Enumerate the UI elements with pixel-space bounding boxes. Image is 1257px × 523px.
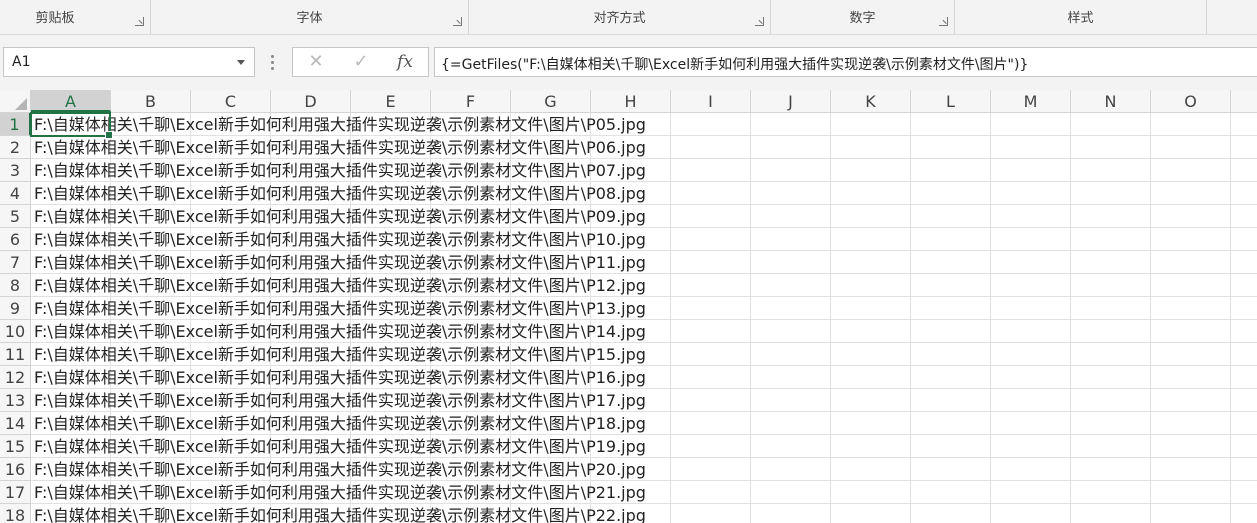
row-header[interactable]: 15 (0, 435, 31, 458)
cell-area[interactable]: F:\自媒体相关\千聊\Excel新手如何利用强大插件实现逆袭\示例素材文件\图… (31, 113, 1257, 523)
column-gridline (750, 113, 751, 523)
column-header-bar: ABCDEFGHIJKLMNO (0, 90, 1257, 113)
table-row[interactable]: F:\自媒体相关\千聊\Excel新手如何利用强大插件实现逆袭\示例素材文件\图… (34, 251, 646, 273)
table-row[interactable]: F:\自媒体相关\千聊\Excel新手如何利用强大插件实现逆袭\示例素材文件\图… (34, 435, 646, 457)
dialog-launcher-icon[interactable] (135, 17, 144, 26)
column-header-e[interactable]: E (351, 90, 431, 112)
table-row[interactable]: F:\自媒体相关\千聊\Excel新手如何利用强大插件实现逆袭\示例素材文件\图… (34, 274, 646, 296)
splitter-handle-icon[interactable] (270, 53, 274, 71)
ribbon-group-label: 数字 (849, 11, 876, 26)
chevron-down-icon[interactable] (237, 60, 245, 65)
insert-function-icon[interactable]: fx (390, 51, 420, 73)
column-header-a[interactable]: A (31, 90, 111, 112)
row-header[interactable]: 1 (0, 113, 31, 136)
table-row[interactable]: F:\自媒体相关\千聊\Excel新手如何利用强大插件实现逆袭\示例素材文件\图… (34, 343, 646, 365)
row-header[interactable]: 11 (0, 343, 31, 366)
column-gridline (910, 113, 911, 523)
ribbon-group-font: 字体 (151, 0, 469, 34)
column-header-d[interactable]: D (271, 90, 351, 112)
formula-bar: A1 ✕ ✓ fx {=GetFiles("F:\自媒体相关\千聊\Excel新… (0, 35, 1257, 90)
cancel-icon[interactable]: ✕ (301, 51, 331, 73)
dialog-launcher-icon[interactable] (453, 17, 462, 26)
ribbon-group-bar: 剪贴板 字体 对齐方式 数字 样式 (0, 0, 1257, 35)
dialog-launcher-icon[interactable] (755, 17, 764, 26)
table-row[interactable]: F:\自媒体相关\千聊\Excel新手如何利用强大插件实现逆袭\示例素材文件\图… (34, 504, 646, 523)
column-header-f[interactable]: F (431, 90, 511, 112)
table-row[interactable]: F:\自媒体相关\千聊\Excel新手如何利用强大插件实现逆袭\示例素材文件\图… (34, 412, 646, 434)
select-all-button[interactable] (0, 90, 31, 113)
row-header[interactable]: 10 (0, 320, 31, 343)
row-header[interactable]: 13 (0, 389, 31, 412)
table-row[interactable]: F:\自媒体相关\千聊\Excel新手如何利用强大插件实现逆袭\示例素材文件\图… (34, 228, 646, 250)
column-header-l[interactable]: L (911, 90, 991, 112)
formula-text: {=GetFiles("F:\自媒体相关\千聊\Excel新手如何利用强大插件实… (441, 57, 1029, 73)
table-row[interactable]: F:\自媒体相关\千聊\Excel新手如何利用强大插件实现逆袭\示例素材文件\图… (34, 297, 646, 319)
table-row[interactable]: F:\自媒体相关\千聊\Excel新手如何利用强大插件实现逆袭\示例素材文件\图… (34, 389, 646, 411)
worksheet-grid: ABCDEFGHIJKLMNO 1 2 3 4 5 6 7 8 9 10 11 12 13 14 15 16 1… (0, 90, 1257, 523)
row-header[interactable]: 17 (0, 481, 31, 504)
row-header[interactable]: 18 (0, 504, 31, 523)
column-header-b[interactable]: B (111, 90, 191, 112)
column-gridline (990, 113, 991, 523)
column-header-j[interactable]: J (751, 90, 831, 112)
row-header[interactable]: 8 (0, 274, 31, 297)
table-row[interactable]: F:\自媒体相关\千聊\Excel新手如何利用强大插件实现逆袭\示例素材文件\图… (34, 182, 646, 204)
table-row[interactable]: F:\自媒体相关\千聊\Excel新手如何利用强大插件实现逆袭\示例素材文件\图… (34, 320, 646, 342)
ribbon-group-label: 样式 (1067, 11, 1094, 26)
column-header-n[interactable]: N (1071, 90, 1151, 112)
ribbon-group-label: 字体 (296, 11, 323, 26)
dialog-launcher-icon[interactable] (939, 17, 948, 26)
table-row[interactable]: F:\自媒体相关\千聊\Excel新手如何利用强大插件实现逆袭\示例素材文件\图… (34, 205, 646, 227)
table-row[interactable]: F:\自媒体相关\千聊\Excel新手如何利用强大插件实现逆袭\示例素材文件\图… (34, 481, 646, 503)
row-header[interactable]: 5 (0, 205, 31, 228)
column-gridline (1230, 113, 1231, 523)
column-header-o[interactable]: O (1151, 90, 1231, 112)
row-header[interactable]: 4 (0, 182, 31, 205)
ribbon-group-alignment: 对齐方式 (469, 0, 771, 34)
ribbon-group-label: 对齐方式 (593, 11, 646, 26)
row-header[interactable]: 12 (0, 366, 31, 389)
column-gridline (830, 113, 831, 523)
column-header-k[interactable]: K (831, 90, 911, 112)
table-row[interactable]: F:\自媒体相关\千聊\Excel新手如何利用强大插件实现逆袭\示例素材文件\图… (34, 136, 646, 158)
table-row[interactable]: F:\自媒体相关\千聊\Excel新手如何利用强大插件实现逆袭\示例素材文件\图… (34, 159, 646, 181)
column-header-m[interactable]: M (991, 90, 1071, 112)
ribbon-group-clipboard: 剪贴板 (0, 0, 151, 34)
column-gridline (1150, 113, 1151, 523)
formula-input[interactable]: {=GetFiles("F:\自媒体相关\千聊\Excel新手如何利用强大插件实… (434, 47, 1257, 77)
ribbon-group-number: 数字 (771, 0, 955, 34)
row-header[interactable]: 16 (0, 458, 31, 481)
ribbon-group-styles: 样式 (955, 0, 1207, 34)
row-header[interactable]: 9 (0, 297, 31, 320)
row-header[interactable]: 14 (0, 412, 31, 435)
table-row[interactable]: F:\自媒体相关\千聊\Excel新手如何利用强大插件实现逆袭\示例素材文件\图… (34, 113, 646, 135)
ribbon-group-label: 剪贴板 (35, 11, 75, 26)
name-box-value: A1 (12, 54, 31, 70)
column-gridline (670, 113, 671, 523)
table-row[interactable]: F:\自媒体相关\千聊\Excel新手如何利用强大插件实现逆袭\示例素材文件\图… (34, 366, 646, 388)
enter-icon[interactable]: ✓ (346, 51, 376, 73)
column-gridline (1070, 113, 1071, 523)
row-header[interactable]: 3 (0, 159, 31, 182)
row-header[interactable]: 7 (0, 251, 31, 274)
column-header-g[interactable]: G (511, 90, 591, 112)
table-row[interactable]: F:\自媒体相关\千聊\Excel新手如何利用强大插件实现逆袭\示例素材文件\图… (34, 458, 646, 480)
column-header-c[interactable]: C (191, 90, 271, 112)
formula-buttons: ✕ ✓ fx (292, 47, 429, 77)
column-header-h[interactable]: H (591, 90, 671, 112)
row-header[interactable]: 6 (0, 228, 31, 251)
column-header-i[interactable]: I (671, 90, 751, 112)
row-header[interactable]: 2 (0, 136, 31, 159)
name-box[interactable]: A1 (3, 47, 255, 77)
